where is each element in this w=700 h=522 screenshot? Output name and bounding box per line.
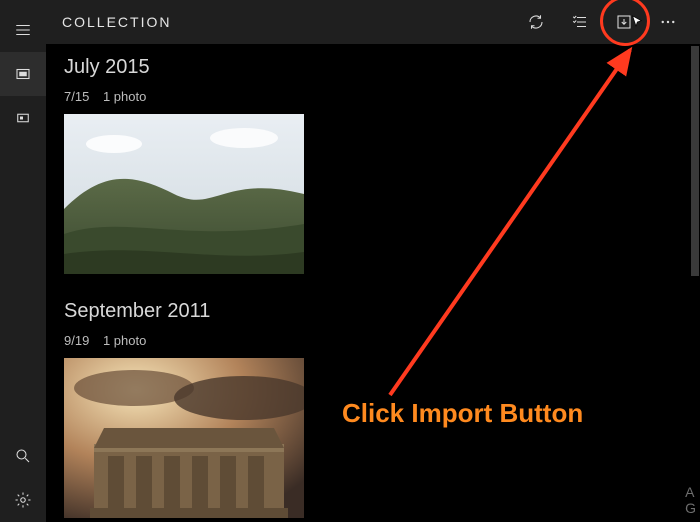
main: COLLECTION July 2015 7/15 1 photo (46, 0, 700, 522)
header: COLLECTION (46, 0, 700, 44)
right-panel-partial: A G (685, 484, 696, 516)
group-title[interactable]: September 2011 (64, 300, 682, 323)
refresh-icon (527, 13, 545, 31)
group-title[interactable]: July 2015 (64, 56, 682, 79)
refresh-button[interactable] (514, 0, 558, 44)
group-date: 9/19 (64, 333, 89, 348)
photo-group: September 2011 9/19 1 photo (64, 300, 682, 518)
hamburger-icon (14, 21, 32, 39)
menu-button[interactable] (0, 8, 46, 52)
gear-icon (14, 491, 32, 509)
settings-button[interactable] (0, 478, 46, 522)
sidebar-item-albums[interactable] (0, 96, 46, 140)
import-icon (615, 13, 633, 31)
search-icon (14, 447, 32, 465)
group-date: 7/15 (64, 89, 89, 104)
search-button[interactable] (0, 434, 46, 478)
more-icon (659, 13, 677, 31)
more-button[interactable] (646, 0, 690, 44)
albums-icon (14, 109, 32, 127)
photo-group: July 2015 7/15 1 photo (64, 56, 682, 274)
group-subtitle: 9/19 1 photo (64, 333, 682, 348)
landscape-image (64, 114, 304, 274)
sidebar-item-collection[interactable] (0, 52, 46, 96)
collection-icon (14, 65, 32, 83)
content: July 2015 7/15 1 photo (46, 44, 700, 522)
photo-thumbnail[interactable] (64, 358, 304, 518)
group-count: 1 photo (103, 333, 146, 348)
page-title: COLLECTION (62, 14, 171, 30)
select-icon (571, 13, 589, 31)
building-image (64, 358, 304, 518)
sidebar (0, 0, 46, 522)
photo-thumbnail[interactable] (64, 114, 304, 274)
select-button[interactable] (558, 0, 602, 44)
group-subtitle: 7/15 1 photo (64, 89, 682, 104)
group-count: 1 photo (103, 89, 146, 104)
import-button[interactable] (602, 0, 646, 44)
scrollbar-thumb[interactable] (691, 46, 699, 276)
